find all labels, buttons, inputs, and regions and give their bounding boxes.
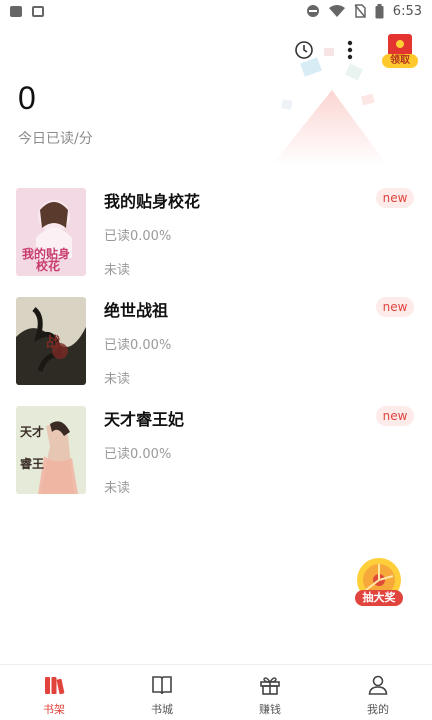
book-title: 绝世战祖 [104, 301, 169, 320]
red-envelope-icon [388, 34, 412, 56]
book-cover: 我的贴身 校花 [16, 188, 86, 276]
nav-label-bookshelf: 书架 [43, 703, 65, 716]
today-reading-label: 今日已读/分 [18, 131, 93, 147]
nav-label-bookstore: 书城 [151, 703, 173, 716]
status-bar: 6:53 [0, 0, 432, 22]
book-cover: 战 [16, 297, 86, 385]
wifi-icon [328, 5, 345, 17]
status-time: 6:53 [392, 3, 422, 19]
today-reading-minutes: 0 [18, 80, 36, 116]
more-menu-button[interactable] [336, 36, 364, 64]
book-item[interactable]: 战 绝世战祖 已读0.00% 未读 new [0, 293, 432, 402]
bottom-nav: 书架 书城 赚钱 我的 [0, 664, 432, 720]
lottery-label: 抽大奖 [362, 591, 396, 604]
svg-text:战: 战 [46, 334, 60, 351]
nav-tab-bookstore[interactable]: 书城 [108, 665, 216, 720]
clock-icon [295, 41, 313, 59]
book-progress: 已读0.00% [104, 447, 172, 462]
book-read-status: 未读 [104, 372, 131, 387]
nav-tab-bookshelf[interactable]: 书架 [0, 665, 108, 720]
gift-icon [260, 677, 280, 695]
lottery-button[interactable]: 抽大奖 [352, 556, 406, 610]
book-list: 我的贴身 校花 我的贴身校花 已读0.00% 未读 new 战 绝世战祖 已读0… [0, 184, 432, 511]
book-open-icon [152, 676, 172, 695]
history-button[interactable] [290, 36, 318, 64]
new-badge: new [376, 188, 414, 208]
book-item[interactable]: 天才 睿王 天才睿王妃 已读0.00% 未读 new [0, 402, 432, 511]
book-title: 天才睿王妃 [104, 410, 185, 429]
book-read-status: 未读 [104, 263, 131, 278]
nav-label-earn: 赚钱 [259, 703, 281, 716]
book-read-status: 未读 [104, 481, 131, 496]
no-sim-icon [354, 4, 366, 18]
do-not-disturb-icon [306, 5, 319, 17]
claim-label: 领取 [382, 54, 418, 68]
svg-text:天才: 天才 [20, 424, 44, 439]
book-progress: 已读0.00% [104, 338, 172, 353]
book-cover: 天才 睿王 [16, 406, 86, 494]
notification-icon [10, 5, 22, 17]
notification-icon-2 [32, 5, 44, 17]
claim-reward-button[interactable]: 领取 [382, 32, 418, 68]
nav-tab-earn[interactable]: 赚钱 [216, 665, 324, 720]
battery-icon [375, 3, 384, 18]
svg-text:校花: 校花 [36, 258, 60, 273]
bookshelf-icon [45, 677, 65, 695]
more-vertical-icon [347, 40, 353, 60]
nav-tab-mine[interactable]: 我的 [324, 665, 432, 720]
svg-text:睿王: 睿王 [20, 456, 44, 471]
new-badge: new [376, 297, 414, 317]
book-progress: 已读0.00% [104, 229, 172, 244]
person-icon [368, 675, 388, 695]
book-title: 我的贴身校花 [104, 192, 201, 211]
new-badge: new [376, 406, 414, 426]
nav-label-mine: 我的 [367, 703, 389, 716]
book-item[interactable]: 我的贴身 校花 我的贴身校花 已读0.00% 未读 new [0, 184, 432, 293]
